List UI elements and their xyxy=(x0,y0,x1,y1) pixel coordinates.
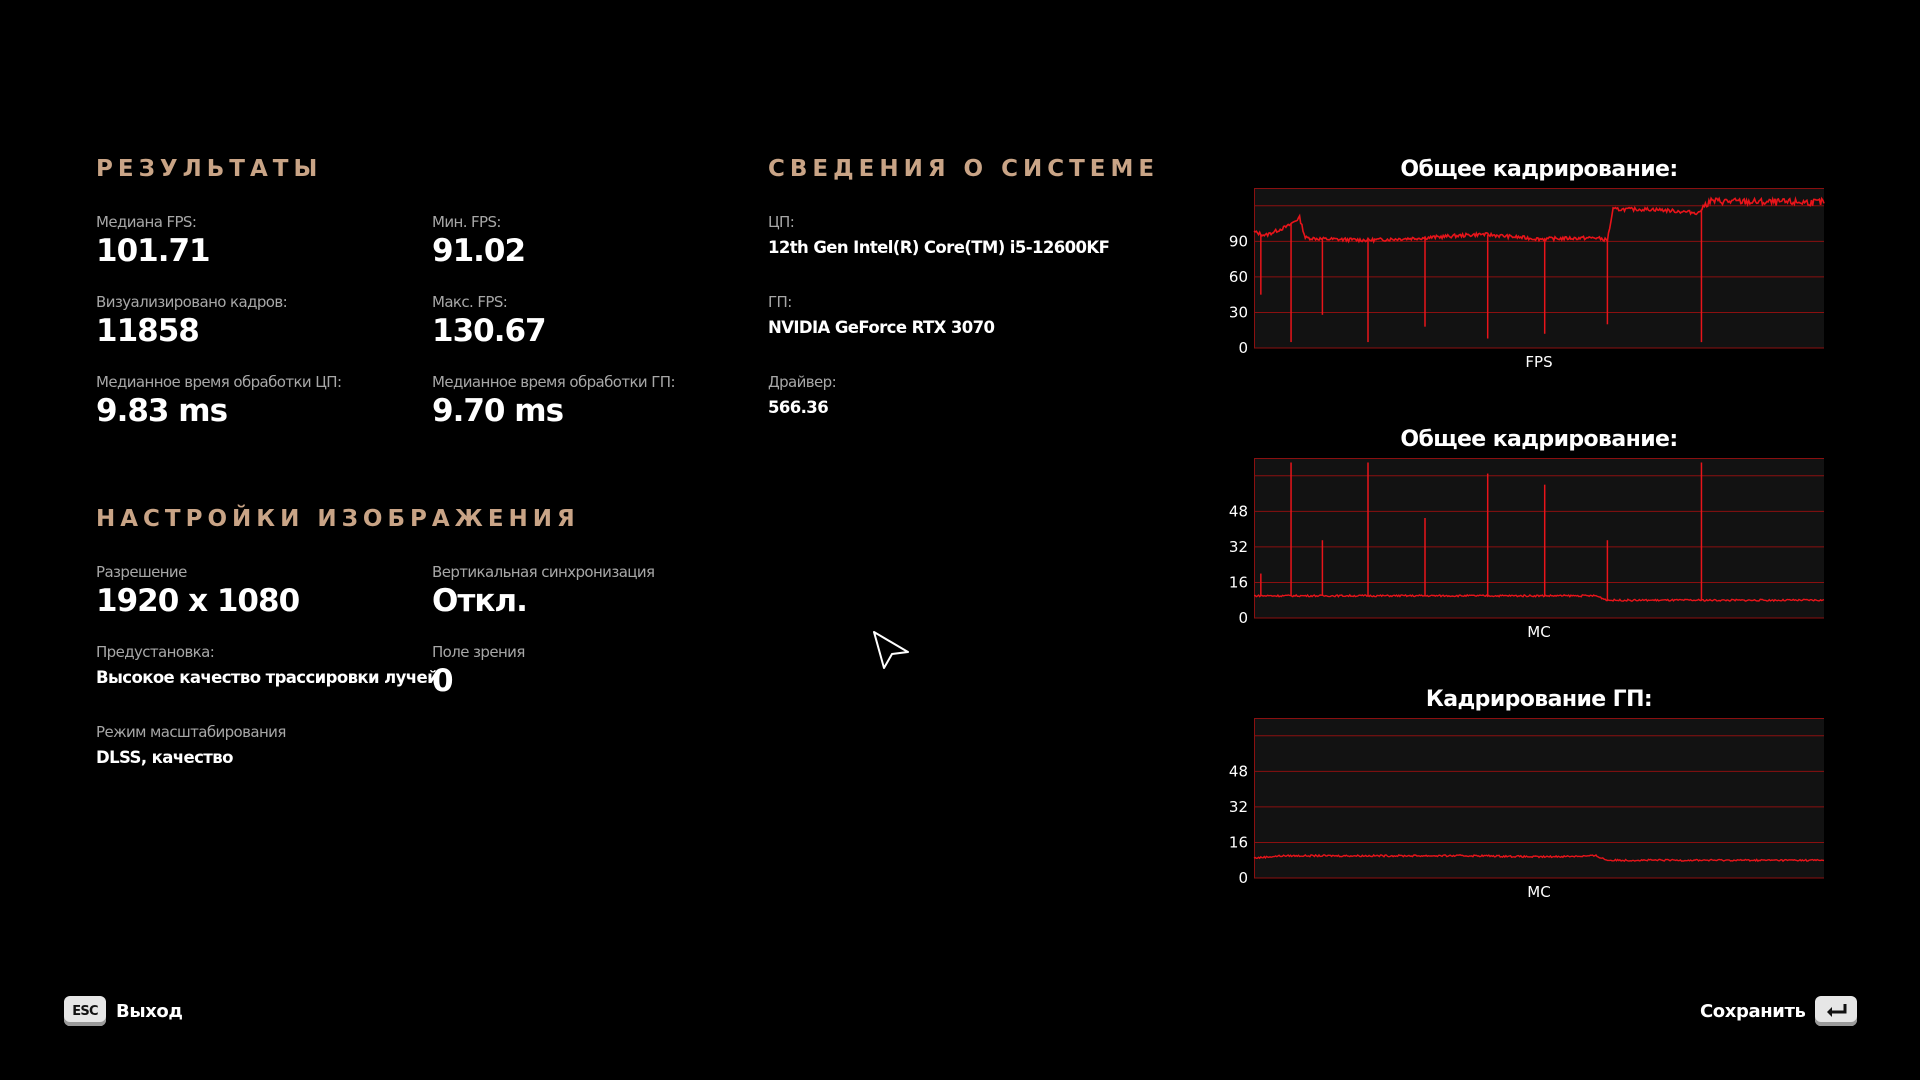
graph-3-title: Кадрирование ГП: xyxy=(1425,687,1653,712)
save-label: Сохранить xyxy=(1700,1000,1806,1022)
plot-background xyxy=(1254,718,1824,878)
max-fps-value: 130.67 xyxy=(432,313,547,349)
esc-key-icon: ESC xyxy=(64,996,106,1026)
graph-2-title: Общее кадрирование: xyxy=(1400,427,1678,452)
y-tick-label: 48 xyxy=(1229,502,1248,520)
scaling-label: Режим масштабирования xyxy=(96,723,286,741)
gpu-frametime-chart: 48 32 16 0 xyxy=(1229,718,1825,887)
gpu-value: NVIDIA GeForce RTX 3070 xyxy=(768,318,995,337)
cpu-time-label: Медианное время обработки ЦП: xyxy=(96,373,342,391)
min-fps-label: Мин. FPS: xyxy=(432,213,501,231)
vsync-label: Вертикальная синхронизация xyxy=(432,563,655,581)
cpu-label: ЦП: xyxy=(768,213,795,231)
y-tick-label: 0 xyxy=(1238,339,1248,357)
y-tick-label: 60 xyxy=(1229,268,1248,286)
min-fps-value: 91.02 xyxy=(432,233,526,269)
graph-1-xlabel: FPS xyxy=(1525,353,1553,371)
y-tick-label: 32 xyxy=(1229,798,1248,816)
gpu-time-label: Медианное время обработки ГП: xyxy=(432,373,676,391)
enter-key-icon xyxy=(1815,996,1858,1026)
max-fps-label: Макс. FPS: xyxy=(432,293,508,311)
overall-frametime-chart: 48 32 16 0 xyxy=(1229,458,1825,627)
y-tick-label: 48 xyxy=(1229,762,1248,780)
frames-rendered-label: Визуализировано кадров: xyxy=(96,293,288,311)
preset-label: Предустановка: xyxy=(96,643,215,661)
y-tick-label: 16 xyxy=(1229,573,1248,591)
driver-value: 566.36 xyxy=(768,398,829,417)
resolution-value: 1920 x 1080 xyxy=(96,583,300,619)
exit-button[interactable]: ESC Выход xyxy=(64,993,183,1029)
mouse-cursor-icon xyxy=(873,631,909,669)
gpu-time-value: 9.70 ms xyxy=(432,393,564,429)
system-info-title: СВЕДЕНИЯ О СИСТЕМЕ xyxy=(768,156,1160,182)
results-title: РЕЗУЛЬТАТЫ xyxy=(96,156,323,182)
y-tick-label: 30 xyxy=(1229,303,1248,321)
fov-value: 0 xyxy=(432,663,454,699)
y-tick-label: 0 xyxy=(1238,869,1248,887)
resolution-label: Разрешение xyxy=(96,563,187,581)
fps-frametime-chart: 90 60 30 0 xyxy=(1229,188,1825,357)
cpu-value: 12th Gen Intel(R) Core(TM) i5-12600KF xyxy=(768,238,1110,257)
median-fps-value: 101.71 xyxy=(96,233,211,269)
median-fps-label: Медиана FPS: xyxy=(96,213,197,231)
vsync-value: Откл. xyxy=(432,583,528,619)
benchmark-results-screen: РЕЗУЛЬТАТЫ Медиана FPS: 101.71 Мин. FPS:… xyxy=(0,0,1920,1080)
y-tick-label: 16 xyxy=(1229,833,1248,851)
y-tick-label: 32 xyxy=(1229,538,1248,556)
graph-1-title: Общее кадрирование: xyxy=(1400,157,1678,182)
plot-background xyxy=(1254,188,1824,348)
driver-label: Драйвер: xyxy=(768,373,837,391)
y-tick-label: 90 xyxy=(1229,232,1248,250)
y-tick-label: 0 xyxy=(1238,609,1248,627)
cpu-time-value: 9.83 ms xyxy=(96,393,228,429)
graph-2-xlabel: МС xyxy=(1527,623,1551,641)
preset-value: Высокое качество трассировки лучей xyxy=(96,668,439,687)
fov-label: Поле зрения xyxy=(432,643,525,661)
exit-label: Выход xyxy=(116,1000,183,1022)
gpu-label: ГП: xyxy=(768,293,792,311)
plot-background xyxy=(1254,458,1824,618)
graph-3-xlabel: МС xyxy=(1527,883,1551,901)
save-button[interactable]: Сохранить xyxy=(1700,993,1858,1029)
scaling-value: DLSS, качество xyxy=(96,748,233,767)
frames-rendered-value: 11858 xyxy=(96,313,200,349)
image-settings-title: НАСТРОЙКИ ИЗОБРАЖЕНИЯ xyxy=(96,506,580,532)
